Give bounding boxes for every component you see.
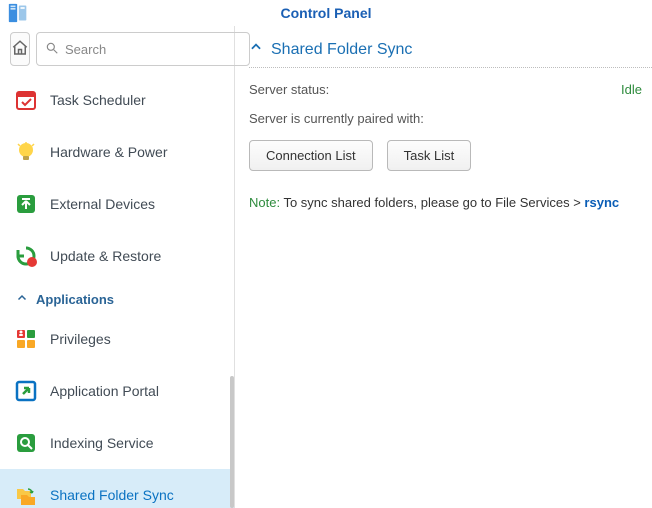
paired-with-label: Server is currently paired with: [249, 111, 652, 126]
sidebar-item-application-portal[interactable]: Application Portal [0, 365, 234, 417]
sidebar-item-label: Privileges [50, 331, 111, 347]
sidebar-item-label: Task Scheduler [50, 92, 146, 108]
sidebar-item-shared-folder-sync[interactable]: Shared Folder Sync [0, 469, 234, 508]
divider [249, 67, 652, 68]
application-portal-icon [14, 379, 38, 403]
lightbulb-icon [14, 140, 38, 164]
search-icon [45, 41, 59, 58]
sidebar-item-label: Indexing Service [50, 435, 154, 451]
external-device-icon [14, 192, 38, 216]
sidebar-item-label: External Devices [50, 196, 155, 212]
rsync-link[interactable]: rsync [584, 195, 619, 210]
home-button[interactable] [10, 32, 30, 66]
note-text: To sync shared folders, please go to Fil… [280, 195, 584, 210]
note-prefix: Note: [249, 195, 280, 210]
server-status-label: Server status: [249, 82, 329, 97]
sidebar-item-update-restore[interactable]: Update & Restore [0, 230, 234, 282]
sidebar-item-hardware-power[interactable]: Hardware & Power [0, 126, 234, 178]
shared-folder-sync-icon [14, 483, 38, 507]
indexing-icon [14, 431, 38, 455]
server-status-row: Server status: Idle [249, 82, 652, 97]
sidebar-item-label: Application Portal [50, 383, 159, 399]
main-panel: Shared Folder Sync Server status: Idle S… [235, 26, 652, 508]
titlebar: Control Panel [0, 0, 652, 26]
sidebar-item-label: Update & Restore [50, 248, 161, 264]
panel-header[interactable]: Shared Folder Sync [249, 40, 652, 67]
server-status-value: Idle [621, 82, 642, 97]
chevron-up-icon [16, 292, 28, 307]
sidebar-item-task-scheduler[interactable]: Task Scheduler [0, 74, 234, 126]
note-row: Note: To sync shared folders, please go … [249, 195, 652, 210]
privileges-icon [14, 327, 38, 351]
sidebar-item-privileges[interactable]: Privileges [0, 313, 234, 365]
sidebar-item-external-devices[interactable]: External Devices [0, 178, 234, 230]
calendar-check-icon [14, 88, 38, 112]
nav-list: Task Scheduler Hardware & Power [0, 74, 234, 508]
scrollbar-thumb[interactable] [230, 376, 234, 508]
home-icon [11, 39, 29, 60]
section-header-applications[interactable]: Applications [0, 282, 234, 313]
update-restore-icon [14, 244, 38, 268]
search-box[interactable] [36, 32, 250, 66]
sidebar-item-label: Shared Folder Sync [50, 487, 174, 503]
search-input[interactable] [65, 42, 241, 57]
window-title: Control Panel [8, 5, 644, 21]
chevron-up-icon [249, 40, 263, 59]
sidebar-item-label: Hardware & Power [50, 144, 168, 160]
connection-list-button[interactable]: Connection List [249, 140, 373, 171]
panel-title: Shared Folder Sync [271, 41, 412, 59]
section-label: Applications [36, 292, 114, 307]
sidebar-item-indexing-service[interactable]: Indexing Service [0, 417, 234, 469]
sidebar: Task Scheduler Hardware & Power [0, 26, 235, 508]
task-list-button[interactable]: Task List [387, 140, 472, 171]
